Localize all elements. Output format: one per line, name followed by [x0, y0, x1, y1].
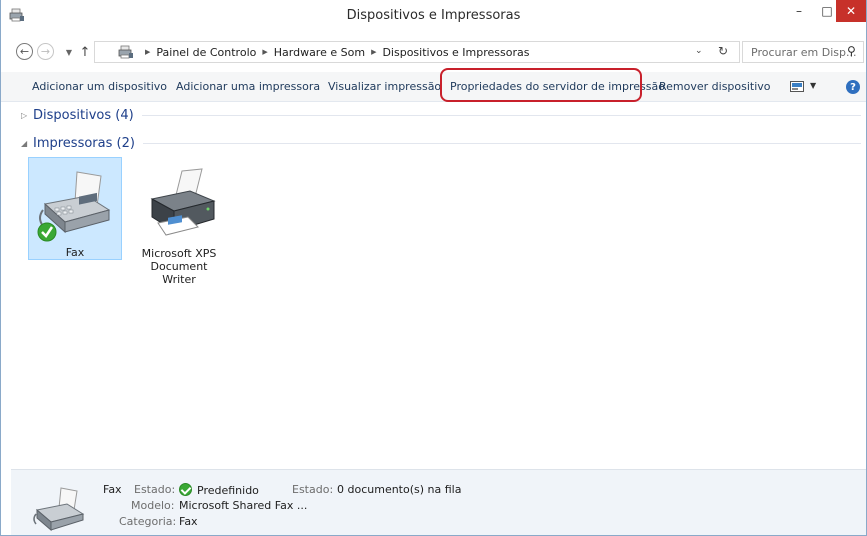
- address-dropdown-icon[interactable]: ⌄: [695, 46, 703, 56]
- status-value: Predefinido: [179, 483, 259, 497]
- add-device-button[interactable]: Adicionar um dispositivo: [32, 80, 167, 93]
- model-value: Microsoft Shared Fax ...: [179, 499, 308, 512]
- group-divider: [141, 115, 861, 116]
- command-bar: Adicionar um dispositivo Adicionar uma i…: [1, 72, 866, 102]
- forward-button[interactable]: →: [37, 43, 54, 60]
- printer-item-label: Microsoft XPS Document Writer: [141, 247, 217, 286]
- highlight-box: [440, 68, 642, 102]
- breadcrumb-separator-icon: ▶: [371, 48, 377, 56]
- breadcrumb-painel-de-controlo[interactable]: Painel de Controlo: [156, 46, 256, 59]
- breadcrumb-hardware-e-som[interactable]: Hardware e Som: [274, 46, 365, 59]
- group-printers[interactable]: ◢ Impressoras (2): [21, 136, 861, 151]
- remove-device-button[interactable]: Remover dispositivo: [659, 80, 771, 93]
- add-printer-button[interactable]: Adicionar uma impressora: [176, 80, 320, 93]
- group-printers-label: Impressoras (2): [33, 136, 135, 151]
- expanded-arrow-icon: ◢: [21, 139, 28, 148]
- queue-value: 0 documento(s) na fila: [337, 483, 462, 496]
- group-divider: [142, 143, 861, 144]
- view-options-dropdown-icon[interactable]: ▼: [810, 81, 816, 90]
- change-view-icon[interactable]: [790, 81, 804, 92]
- queue-label: Estado:: [292, 483, 334, 496]
- search-input[interactable]: Procurar em Disp...: [742, 41, 864, 63]
- control-panel-printer-icon: [118, 45, 133, 59]
- breadcrumb-separator-icon: ▶: [262, 48, 268, 56]
- fax-machine-icon: [37, 171, 111, 242]
- status-label: Estado:: [134, 483, 176, 496]
- fax-machine-icon: [33, 487, 85, 532]
- help-icon[interactable]: ?: [846, 80, 860, 94]
- printer-icon: [150, 168, 216, 236]
- details-pane: Fax Estado: Predefinido Estado: 0 docume…: [11, 469, 866, 535]
- refresh-icon[interactable]: ↻: [718, 44, 728, 58]
- breadcrumb-separator-icon: ▶: [145, 48, 151, 56]
- group-devices-label: Dispositivos (4): [33, 108, 134, 123]
- up-button[interactable]: ↑: [76, 43, 94, 61]
- devices-printers-window: Dispositivos e Impressoras – □ ✕ ← → ▼ ↑…: [0, 0, 867, 536]
- printer-item-label: Fax: [65, 246, 85, 259]
- printer-item-microsoft-xps[interactable]: Microsoft XPS Document Writer: [132, 157, 226, 286]
- category-label: Categoria:: [119, 515, 177, 528]
- close-button[interactable]: ✕: [836, 0, 866, 22]
- category-value: Fax: [179, 515, 198, 528]
- back-button[interactable]: ←: [16, 43, 33, 60]
- printer-item-fax[interactable]: Fax: [28, 157, 122, 260]
- model-label: Modelo:: [131, 499, 175, 512]
- group-devices[interactable]: ▷ Dispositivos (4): [21, 108, 861, 123]
- minimize-button[interactable]: –: [784, 0, 814, 22]
- window-title: Dispositivos e Impressoras: [346, 8, 521, 23]
- address-row: ← → ▼ ↑ ▶ Painel de Controlo ▶ Hardware …: [1, 41, 866, 63]
- details-device-name: Fax: [103, 483, 122, 496]
- view-print-button[interactable]: Visualizar impressão: [328, 80, 441, 93]
- title-bar: Dispositivos e Impressoras – □ ✕: [1, 0, 866, 30]
- search-icon[interactable]: ⚲: [847, 44, 860, 58]
- breadcrumb-dispositivos-e-impressoras[interactable]: Dispositivos e Impressoras: [382, 46, 529, 59]
- collapsed-arrow-icon: ▷: [21, 111, 28, 120]
- address-bar[interactable]: ▶ Painel de Controlo ▶ Hardware e Som ▶ …: [94, 41, 740, 63]
- default-check-icon: [179, 483, 192, 496]
- status-value-text: Predefinido: [197, 484, 259, 497]
